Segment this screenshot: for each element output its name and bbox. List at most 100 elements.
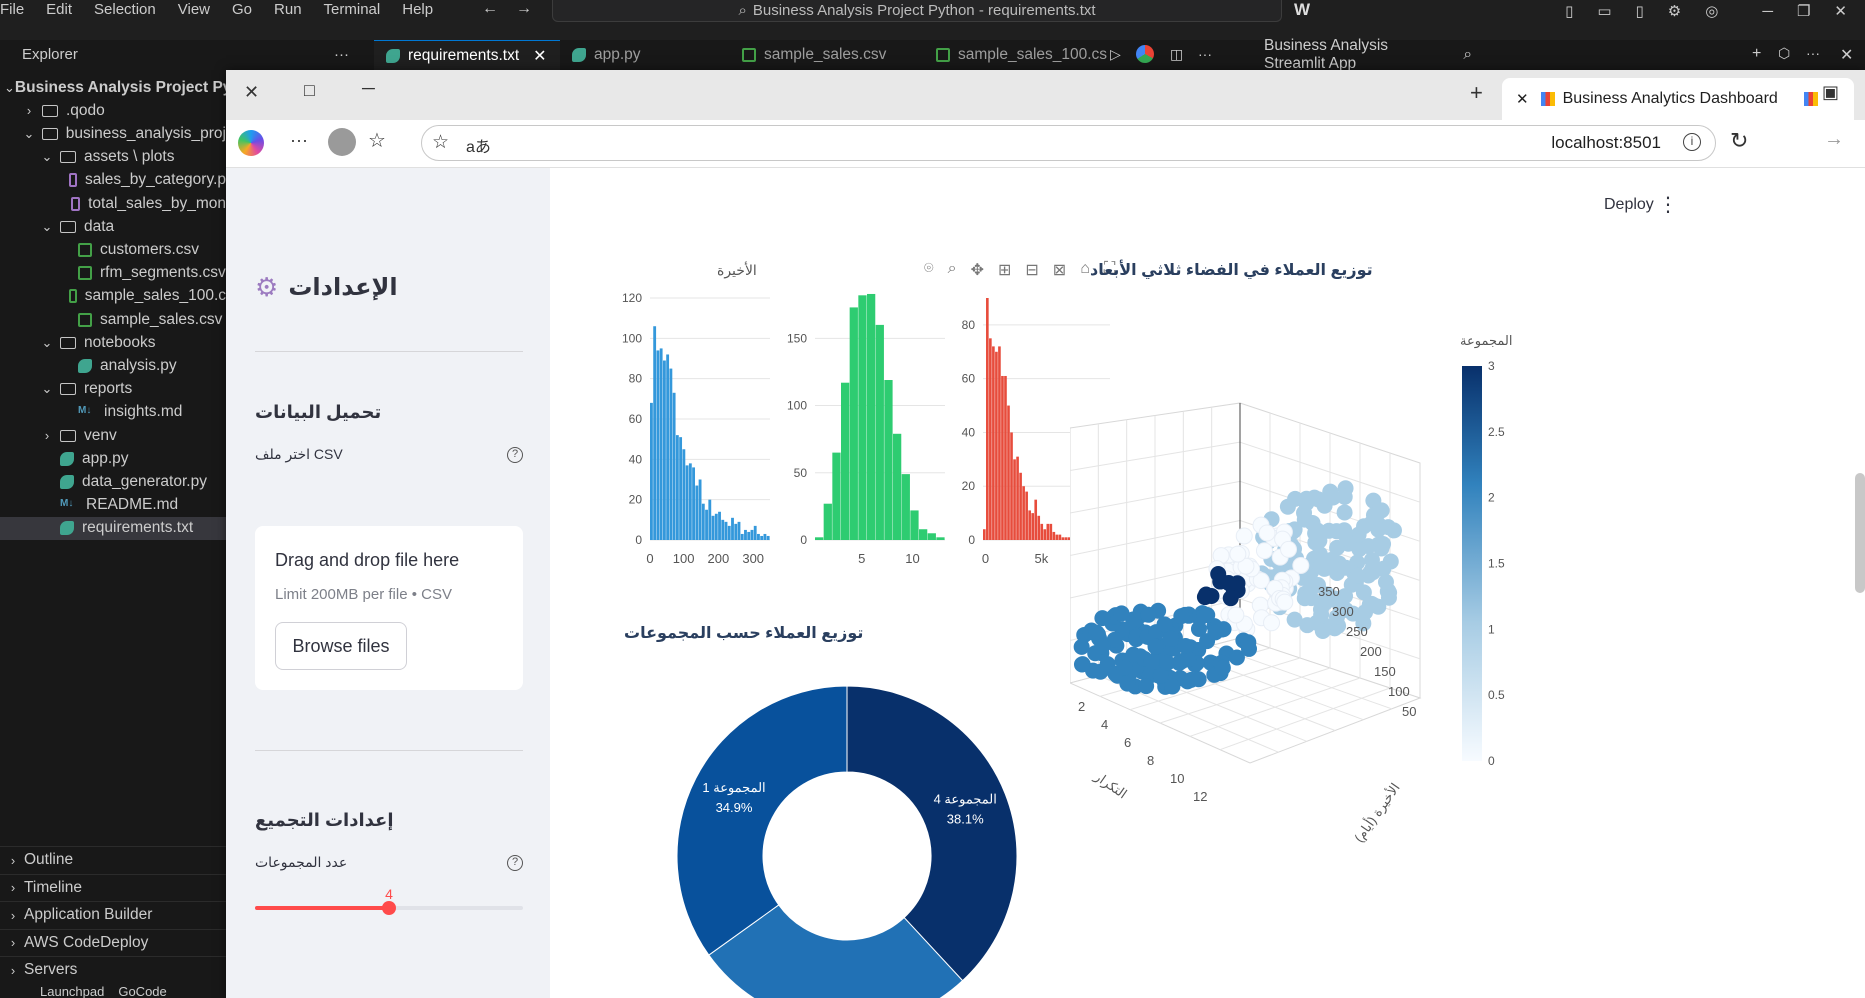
tree-item[interactable]: sales_by_category.p xyxy=(0,169,226,192)
restore-icon[interactable]: ❐ xyxy=(1797,2,1810,20)
cluster-slider[interactable]: 4 xyxy=(255,886,523,916)
tab-sample-sales[interactable]: sample_sales.csv xyxy=(730,40,916,70)
tree-item[interactable]: analysis.py xyxy=(0,354,226,377)
search-icon[interactable]: ⌕ xyxy=(1463,46,1472,64)
toggle-primary-sidebar-icon[interactable]: ▯ xyxy=(1565,2,1573,20)
favicon-chart-icon[interactable] xyxy=(1803,92,1818,106)
tree-item[interactable]: ⌄ data xyxy=(0,215,226,238)
dropzone-limit: Limit 200MB per file • CSV xyxy=(275,586,452,603)
gear-icon[interactable]: ⚙ xyxy=(1668,2,1681,20)
account-icon[interactable]: ◎ xyxy=(1705,2,1718,20)
forward-arrow-icon[interactable]: → xyxy=(1824,128,1844,151)
main-menu-icon[interactable]: ⋮ xyxy=(1658,192,1678,217)
menu-help[interactable]: Help xyxy=(402,1,433,18)
tree-item[interactable]: data_generator.py xyxy=(0,470,226,493)
x-tick-label: 0 xyxy=(982,551,989,566)
url-text[interactable]: localhost:8501 xyxy=(1551,133,1661,153)
maximize-window-icon[interactable]: □ xyxy=(304,80,315,101)
menu-selection[interactable]: Selection xyxy=(94,1,156,18)
command-center-search[interactable]: ⌕ Business Analysis Project Python - req… xyxy=(552,0,1282,22)
run-icon[interactable]: ▷ xyxy=(1110,46,1121,63)
tree-item[interactable]: sample_sales.csv xyxy=(0,308,226,331)
favorites-icon[interactable]: ☆ xyxy=(368,128,386,153)
chevron-right-icon: › xyxy=(10,880,16,896)
help-icon[interactable]: ? xyxy=(507,855,523,871)
tree-item[interactable]: ⌄ notebooks xyxy=(0,331,226,354)
explorer-header: Explorer ··· xyxy=(0,40,371,68)
slider-thumb[interactable] xyxy=(382,901,396,915)
deploy-button[interactable]: Deploy xyxy=(1604,196,1654,214)
status-gocode[interactable]: GoCode xyxy=(118,984,166,998)
tree-item[interactable]: sample_sales_100.c xyxy=(0,285,226,308)
more-actions-icon[interactable]: ··· xyxy=(1198,46,1212,62)
menu-view[interactable]: View xyxy=(178,1,210,18)
explorer-section[interactable]: › Servers xyxy=(0,956,226,983)
address-bar[interactable]: ☆ aあ localhost:8501 i xyxy=(421,125,1716,161)
tree-item[interactable]: › venv xyxy=(0,424,226,447)
close-icon[interactable]: ✕ xyxy=(1840,45,1853,65)
menu-edit[interactable]: Edit xyxy=(46,1,72,18)
minimize-window-icon[interactable]: ─ xyxy=(362,78,375,99)
close-window-icon[interactable]: ✕ xyxy=(244,82,259,103)
scrollbar-thumb[interactable] xyxy=(1855,473,1865,593)
menu-file[interactable]: File xyxy=(0,1,24,18)
menu-go[interactable]: Go xyxy=(232,1,252,18)
tree-item[interactable]: ⌄ reports xyxy=(0,378,226,401)
browser-tab-active[interactable]: ✕ Business Analytics Dashboard xyxy=(1502,78,1854,120)
avatar[interactable] xyxy=(328,128,356,156)
back-arrow-icon[interactable]: ← xyxy=(482,0,498,18)
close-icon[interactable]: ✕ xyxy=(533,46,546,66)
new-tab-icon[interactable]: + xyxy=(1752,45,1761,63)
cube-icon[interactable]: ⬡ xyxy=(1778,45,1790,62)
close-tab-icon[interactable]: ✕ xyxy=(1516,90,1529,108)
explorer-section[interactable]: › Outline xyxy=(0,846,226,873)
tree-item[interactable]: ⌄ assets \ plots xyxy=(0,146,226,169)
toggle-panel-icon[interactable]: ▭ xyxy=(1597,2,1611,20)
minimize-icon[interactable]: ─ xyxy=(1762,3,1773,20)
tab-requirements[interactable]: requirements.txt ✕ xyxy=(374,40,560,70)
tree-item[interactable]: M↓ insights.md xyxy=(0,401,226,424)
browse-files-button[interactable]: Browse files xyxy=(275,622,407,670)
scatter-point xyxy=(1088,624,1105,641)
close-icon[interactable]: ✕ xyxy=(1834,2,1847,20)
tree-item[interactable]: total_sales_by_mon xyxy=(0,192,226,215)
tree-item[interactable]: ⌄ business_analysis_proj xyxy=(0,122,226,145)
refresh-icon[interactable]: ↻ xyxy=(1730,128,1748,154)
copilot-icon[interactable] xyxy=(238,130,264,156)
menu-terminal[interactable]: Terminal xyxy=(324,1,381,18)
colorbar: 0 0.5 1 1.5 2 2.5 3 xyxy=(1462,359,1505,768)
status-launchpad[interactable]: Launchpad xyxy=(40,984,104,998)
file-dropzone[interactable]: Drag and drop file here Limit 200MB per … xyxy=(255,526,523,690)
tree-item[interactable]: rfm_segments.csv xyxy=(0,262,226,285)
tree-item[interactable]: M↓ README.md xyxy=(0,494,226,517)
forward-arrow-icon[interactable]: → xyxy=(516,0,532,18)
tree-item[interactable]: ⌄ Business Analysis Project Pyth xyxy=(0,76,226,99)
explorer-section[interactable]: › Application Builder xyxy=(0,901,226,928)
new-tab-icon[interactable]: + xyxy=(1470,80,1483,106)
tab-sample-sales-100[interactable]: sample_sales_100.cs xyxy=(924,40,1110,70)
preview-browser-icon[interactable] xyxy=(1136,45,1154,63)
explorer-section[interactable]: › Timeline xyxy=(0,873,226,901)
toggle-secondary-sidebar-icon[interactable]: ▯ xyxy=(1636,2,1644,20)
split-editor-icon[interactable]: ◫ xyxy=(1170,46,1183,63)
tab-actions-icon[interactable]: ▣ xyxy=(1822,82,1839,103)
tree-item[interactable]: requirements.txt xyxy=(0,516,226,540)
tab-app-py[interactable]: app.py xyxy=(560,40,702,70)
tree-item[interactable]: customers.csv xyxy=(0,238,226,261)
more-actions-icon[interactable]: ··· xyxy=(290,130,308,151)
histogram-bar xyxy=(675,435,679,540)
site-info-icon[interactable]: i xyxy=(1683,133,1701,151)
read-aloud-icon[interactable]: aあ xyxy=(466,133,491,157)
scatter-point xyxy=(1322,483,1339,500)
favorite-star-icon[interactable]: ☆ xyxy=(432,131,449,154)
menu-run[interactable]: Run xyxy=(274,1,302,18)
tree-item[interactable]: › .qodo xyxy=(0,99,226,122)
scatter-point xyxy=(1116,659,1133,676)
tree-item[interactable]: app.py xyxy=(0,447,226,470)
scatter-point xyxy=(1336,522,1353,539)
explorer-section[interactable]: › AWS CodeDeploy xyxy=(0,928,226,956)
more-actions-icon[interactable]: ··· xyxy=(334,46,349,63)
help-icon[interactable]: ? xyxy=(507,447,523,463)
tab-streamlit-app[interactable]: Business Analysis Streamlit App ⌕ xyxy=(1252,37,1472,72)
more-actions-icon[interactable]: ··· xyxy=(1806,45,1820,61)
